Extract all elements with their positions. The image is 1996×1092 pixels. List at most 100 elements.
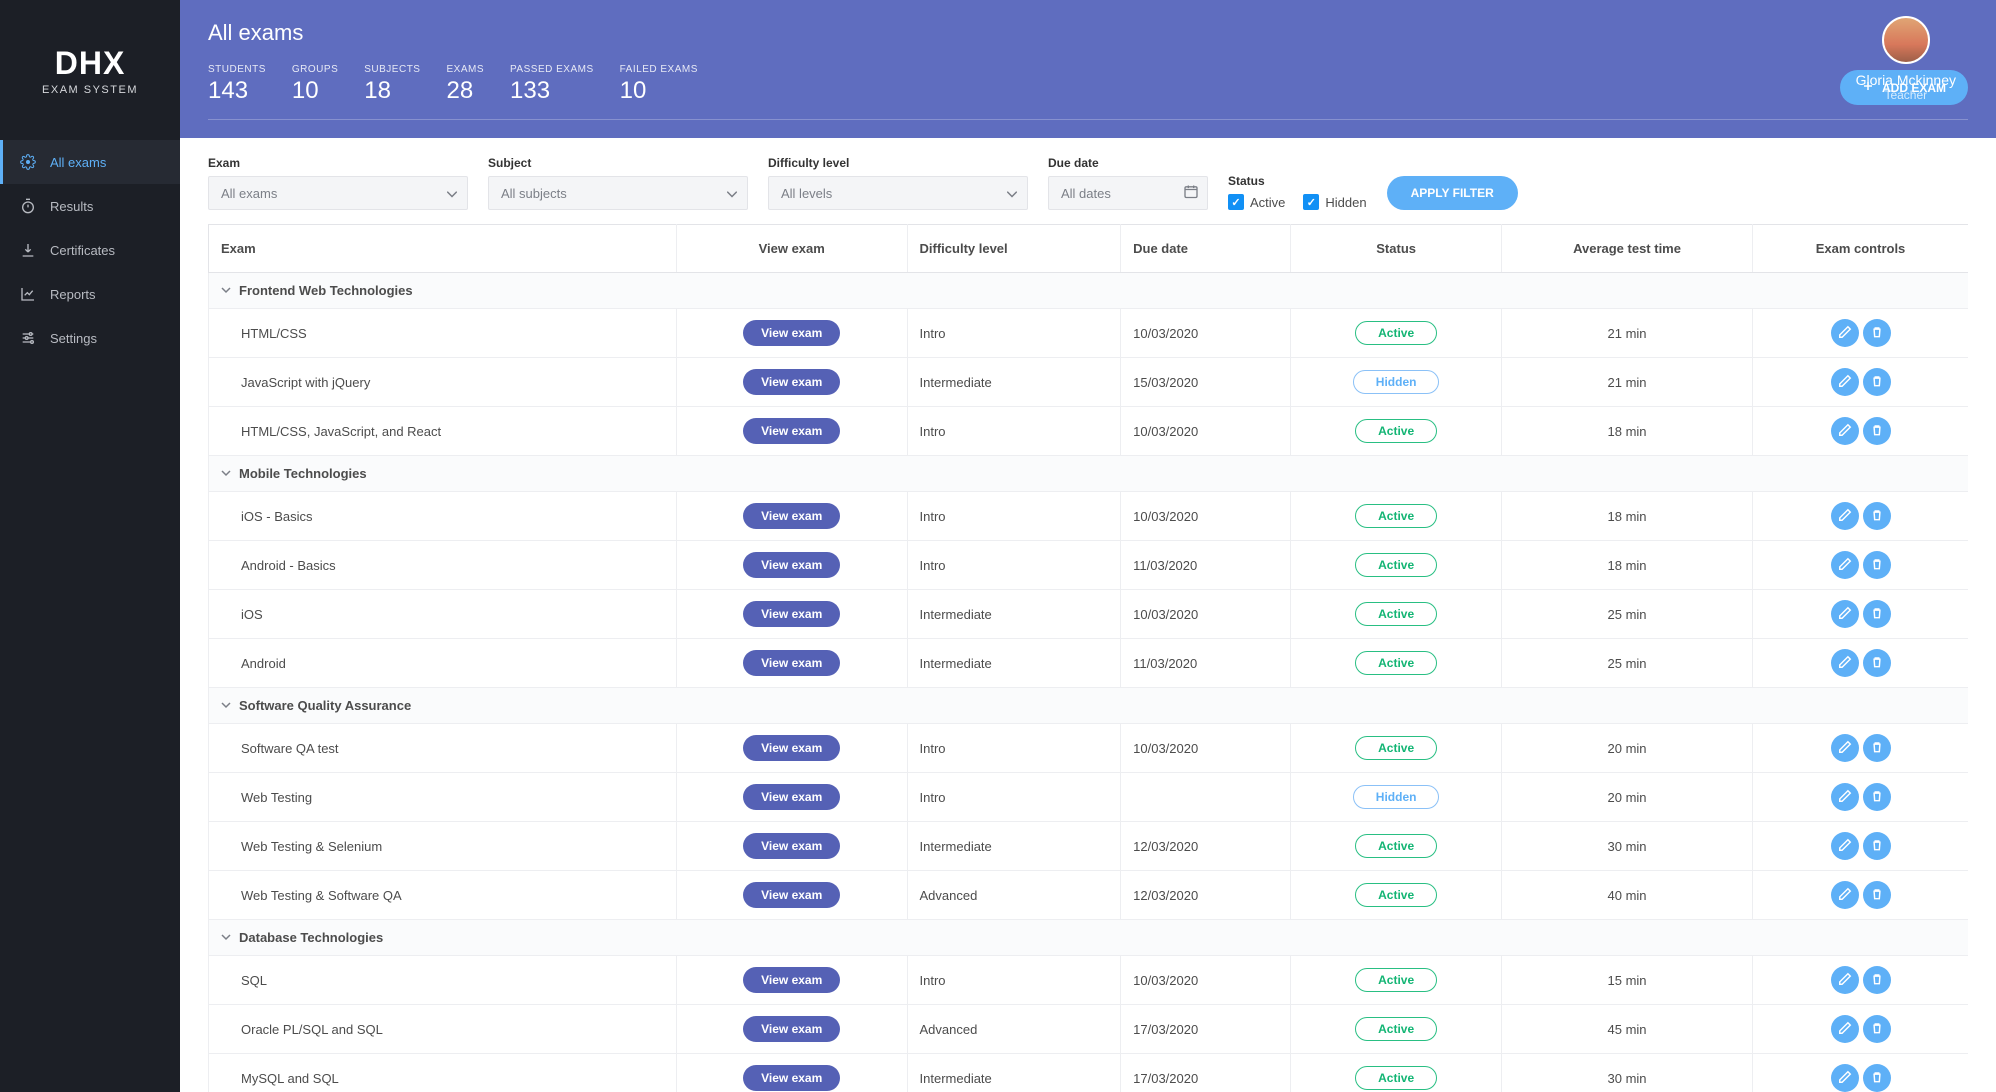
due-date-cell: 17/03/2020 xyxy=(1121,1054,1291,1092)
view-exam-button[interactable]: View exam xyxy=(743,552,840,578)
user-profile[interactable]: Gloria Mckinney Teacher xyxy=(1856,16,1956,102)
trash-icon xyxy=(1870,423,1884,440)
edit-button[interactable] xyxy=(1831,368,1859,396)
main: All exams Gloria Mckinney Teacher STUDEN… xyxy=(180,0,1996,1092)
due-date-cell: 10/03/2020 xyxy=(1121,724,1291,773)
group-row[interactable]: Software Quality Assurance xyxy=(209,688,1969,724)
due-date-cell: 12/03/2020 xyxy=(1121,871,1291,920)
apply-filter-button[interactable]: APPLY FILTER xyxy=(1387,176,1518,210)
due-date-cell: 11/03/2020 xyxy=(1121,639,1291,688)
view-exam-button[interactable]: View exam xyxy=(743,601,840,627)
due-date-cell: 11/03/2020 xyxy=(1121,541,1291,590)
delete-button[interactable] xyxy=(1863,966,1891,994)
column-header: Difficulty level xyxy=(907,225,1121,273)
exam-select-value: All exams xyxy=(221,186,277,201)
view-exam-button[interactable]: View exam xyxy=(743,1065,840,1091)
status-badge: Active xyxy=(1355,1017,1437,1041)
trash-icon xyxy=(1870,838,1884,855)
sliders-icon xyxy=(20,330,36,346)
pencil-icon xyxy=(1838,423,1852,440)
delete-button[interactable] xyxy=(1863,600,1891,628)
edit-button[interactable] xyxy=(1831,417,1859,445)
difficulty-select[interactable]: All levels xyxy=(768,176,1028,210)
delete-button[interactable] xyxy=(1863,1015,1891,1043)
due-date-input[interactable]: All dates xyxy=(1048,176,1208,210)
table-row: JavaScript with jQueryView examIntermedi… xyxy=(209,358,1969,407)
header: All exams Gloria Mckinney Teacher STUDEN… xyxy=(180,0,1996,138)
view-exam-button[interactable]: View exam xyxy=(743,1016,840,1042)
status-badge: Active xyxy=(1355,651,1437,675)
delete-button[interactable] xyxy=(1863,368,1891,396)
status-badge: Hidden xyxy=(1353,785,1440,809)
edit-button[interactable] xyxy=(1831,734,1859,762)
table-row: Web Testing & SeleniumView examIntermedi… xyxy=(209,822,1969,871)
sidebar-item-reports[interactable]: Reports xyxy=(0,272,180,316)
group-row[interactable]: Mobile Technologies xyxy=(209,456,1969,492)
edit-button[interactable] xyxy=(1831,551,1859,579)
group-name: Database Technologies xyxy=(239,930,383,945)
stat-value: 10 xyxy=(620,77,698,105)
status-active-checkbox[interactable]: ✓ Active xyxy=(1228,194,1285,210)
status-badge: Active xyxy=(1355,883,1437,907)
trash-icon xyxy=(1870,606,1884,623)
group-row[interactable]: Frontend Web Technologies xyxy=(209,273,1969,309)
status-hidden-label: Hidden xyxy=(1325,195,1366,210)
view-exam-button[interactable]: View exam xyxy=(743,369,840,395)
stat-value: 10 xyxy=(292,77,338,105)
sidebar-item-certificates[interactable]: Certificates xyxy=(0,228,180,272)
edit-button[interactable] xyxy=(1831,832,1859,860)
delete-button[interactable] xyxy=(1863,734,1891,762)
sidebar-item-results[interactable]: Results xyxy=(0,184,180,228)
edit-button[interactable] xyxy=(1831,783,1859,811)
edit-button[interactable] xyxy=(1831,600,1859,628)
edit-button[interactable] xyxy=(1831,502,1859,530)
view-exam-button[interactable]: View exam xyxy=(743,967,840,993)
check-icon: ✓ xyxy=(1303,194,1319,210)
delete-button[interactable] xyxy=(1863,417,1891,445)
edit-button[interactable] xyxy=(1831,1064,1859,1092)
edit-button[interactable] xyxy=(1831,649,1859,677)
delete-button[interactable] xyxy=(1863,881,1891,909)
due-date-cell: 10/03/2020 xyxy=(1121,590,1291,639)
exams-table-wrap[interactable]: ExamView examDifficulty levelDue dateSta… xyxy=(180,224,1996,1092)
table-row: iOS - BasicsView examIntro10/03/2020Acti… xyxy=(209,492,1969,541)
edit-button[interactable] xyxy=(1831,966,1859,994)
trash-icon xyxy=(1870,557,1884,574)
view-exam-button[interactable]: View exam xyxy=(743,650,840,676)
trash-icon xyxy=(1870,887,1884,904)
table-row: Web TestingView examIntroHidden20 min xyxy=(209,773,1969,822)
delete-button[interactable] xyxy=(1863,649,1891,677)
delete-button[interactable] xyxy=(1863,502,1891,530)
due-date-cell: 10/03/2020 xyxy=(1121,309,1291,358)
view-exam-button[interactable]: View exam xyxy=(743,784,840,810)
delete-button[interactable] xyxy=(1863,832,1891,860)
status-hidden-checkbox[interactable]: ✓ Hidden xyxy=(1303,194,1366,210)
delete-button[interactable] xyxy=(1863,319,1891,347)
sidebar-item-settings[interactable]: Settings xyxy=(0,316,180,360)
edit-button[interactable] xyxy=(1831,319,1859,347)
status-badge: Active xyxy=(1355,1066,1437,1090)
view-exam-button[interactable]: View exam xyxy=(743,735,840,761)
delete-button[interactable] xyxy=(1863,551,1891,579)
delete-button[interactable] xyxy=(1863,783,1891,811)
delete-button[interactable] xyxy=(1863,1064,1891,1092)
view-exam-button[interactable]: View exam xyxy=(743,503,840,529)
view-exam-button[interactable]: View exam xyxy=(743,418,840,444)
stat-label: EXAMS xyxy=(446,64,484,75)
chevron-down-icon xyxy=(221,283,231,298)
exam-name-cell: MySQL and SQL xyxy=(209,1054,677,1092)
view-exam-button[interactable]: View exam xyxy=(743,833,840,859)
pencil-icon xyxy=(1838,887,1852,904)
status-badge: Active xyxy=(1355,968,1437,992)
subject-select[interactable]: All subjects xyxy=(488,176,748,210)
exam-select[interactable]: All exams xyxy=(208,176,468,210)
trash-icon xyxy=(1870,508,1884,525)
sidebar-item-all-exams[interactable]: All exams xyxy=(0,140,180,184)
exam-name-cell: SQL xyxy=(209,956,677,1005)
edit-button[interactable] xyxy=(1831,1015,1859,1043)
edit-button[interactable] xyxy=(1831,881,1859,909)
group-row[interactable]: Database Technologies xyxy=(209,920,1969,956)
view-exam-button[interactable]: View exam xyxy=(743,320,840,346)
view-exam-button[interactable]: View exam xyxy=(743,882,840,908)
table-row: MySQL and SQLView examIntermediate17/03/… xyxy=(209,1054,1969,1092)
